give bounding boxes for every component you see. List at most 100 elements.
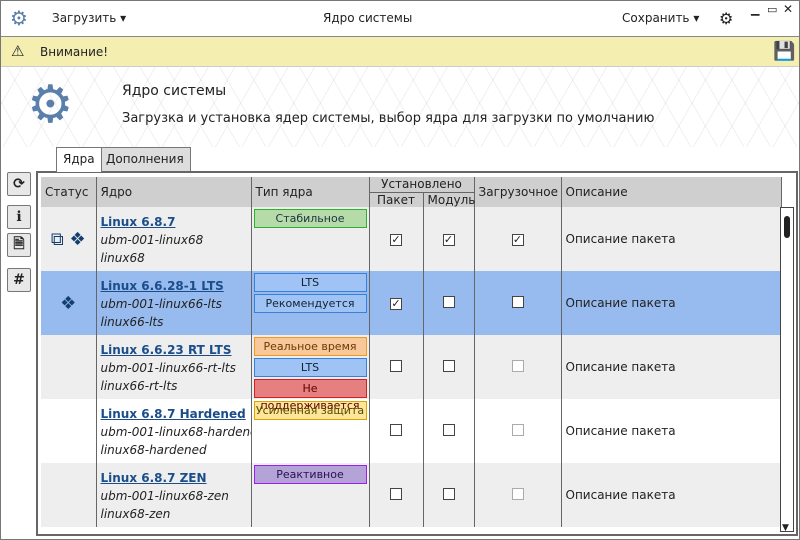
boot-checkbox[interactable] xyxy=(511,423,524,436)
kernel-cell: Linux 6.6.28-1 LTS ubm-001-linux66-lts lin… xyxy=(96,271,252,335)
header-gears-icon: ⚙ xyxy=(27,75,74,135)
package-box-icon: ❖ xyxy=(60,292,77,314)
table-row[interactable]: ⧉ ❖ Linux 6.8.7 ubm-001-linux68 linux68 Ст… xyxy=(41,207,782,271)
kernel-module: linux68-hardened xyxy=(100,443,207,457)
col-boot[interactable]: Загрузочное xyxy=(474,177,562,207)
type-cell: LTS Рекомендуется xyxy=(251,271,370,335)
kernel-name-link[interactable]: Linux 6.8.7 Hardened xyxy=(101,407,251,421)
window-title: Ядро системы xyxy=(323,11,413,25)
chevron-down-icon: ▾ xyxy=(693,11,700,25)
kernel-package: ubm-001-linux66-rt-lts xyxy=(100,361,236,375)
col-kernel[interactable]: Ядро xyxy=(96,177,252,207)
boot-checkbox[interactable] xyxy=(511,487,524,500)
module-cell xyxy=(423,399,475,463)
kernel-package: ubm-001-linux68-zen xyxy=(100,489,229,503)
scrollbar[interactable]: ▼ xyxy=(780,207,794,533)
pkg-checkbox[interactable]: ✓ xyxy=(390,298,402,310)
kernel-module: linux68 xyxy=(100,251,145,265)
pkg-checkbox[interactable] xyxy=(390,423,402,436)
document-icon: 🗎 xyxy=(13,236,25,252)
module-cell xyxy=(423,335,475,399)
kernels-table: Статус Ядро Тип ядра Установлено Загрузо… xyxy=(41,177,782,527)
kernel-package: ubm-001-linux66-lts xyxy=(100,297,222,311)
tab-kernels[interactable]: Ядра xyxy=(56,147,102,172)
boot-checkbox[interactable] xyxy=(511,359,524,372)
table-row[interactable]: Linux 6.6.23 RT LTS ubm-001-linux66-rt-lt… xyxy=(41,335,782,412)
kernel-module: linux66-rt-lts xyxy=(100,379,178,393)
boot-cell: ✓ xyxy=(474,207,562,271)
kernel-module: linux66-lts xyxy=(100,315,164,329)
mod-checkbox[interactable]: ✓ xyxy=(442,234,455,246)
module-cell: ✓ xyxy=(423,207,475,271)
mod-checkbox[interactable] xyxy=(442,359,455,372)
col-installed: Установлено xyxy=(369,177,475,193)
warning-icon: ⚠ xyxy=(11,42,25,60)
load-label: Загрузить xyxy=(52,11,117,25)
kernel-name-link[interactable]: Linux 6.8.7 xyxy=(101,215,251,229)
kernel-package: ubm-001-linux68 xyxy=(100,233,204,247)
package-cell: ✓ xyxy=(369,207,424,271)
kernel-name-link[interactable]: Linux 6.6.28-1 LTS xyxy=(101,279,251,293)
scroll-down-arrow[interactable]: ▼ xyxy=(782,523,789,533)
hash-icon: # xyxy=(13,272,25,288)
page-header: ⚙ Ядро системы Загрузка и установка ядер… xyxy=(1,67,799,147)
mod-checkbox[interactable] xyxy=(442,487,455,500)
warning-text: Внимание! xyxy=(40,45,109,59)
kernel-cell: Linux 6.8.7 ubm-001-linux68 linux68 xyxy=(96,207,252,271)
kernel-name-link[interactable]: Linux 6.6.23 RT LTS xyxy=(101,343,251,357)
settings-gear-icon[interactable]: ⚙ xyxy=(719,9,733,28)
status-cell xyxy=(41,399,97,463)
col-description[interactable]: Описание xyxy=(561,177,782,207)
boot-cell xyxy=(474,271,562,335)
modules-icon: ⧉ xyxy=(50,228,64,250)
col-module[interactable]: Модуль xyxy=(423,192,475,207)
title-bar: ⚙ Загрузить ▾ Ядро системы Сохранить ▾ ⚙… xyxy=(1,1,799,37)
type-cell: Усиленная защита xyxy=(251,399,370,463)
type-cell: Реальное время LTS Не поддерживается xyxy=(251,335,370,412)
mod-checkbox[interactable] xyxy=(442,295,455,308)
kernel-name-link[interactable]: Linux 6.8.7 ZEN xyxy=(101,471,251,485)
description-cell: Описание пакета xyxy=(561,399,782,463)
package-cell: ✓ xyxy=(369,271,424,335)
module-cell xyxy=(423,271,475,335)
boot-checkbox[interactable]: ✓ xyxy=(511,234,524,246)
log-button[interactable]: 🗎 xyxy=(7,233,31,257)
minimize-button[interactable]: ▁ xyxy=(751,3,759,16)
kernel-module: linux68-zen xyxy=(100,507,171,521)
save-menu-button[interactable]: Сохранить ▾ xyxy=(622,11,699,25)
boot-cell xyxy=(474,335,562,399)
table-row[interactable]: ❖ Linux 6.6.28-1 LTS ubm-001-linux66-lts l… xyxy=(41,271,782,335)
col-status[interactable]: Статус xyxy=(41,177,97,207)
status-cell: ❖ xyxy=(41,271,97,335)
kernel-type-badge: Усиленная защита xyxy=(253,401,367,420)
boot-checkbox[interactable] xyxy=(511,295,524,308)
description-cell: Описание пакета xyxy=(561,271,782,335)
package-cell xyxy=(369,463,424,527)
package-cell xyxy=(369,335,424,399)
warning-bar: ⚠ Внимание! 💾 xyxy=(1,37,799,67)
close-button[interactable]: ✕ xyxy=(783,2,793,16)
page-subtitle: Загрузка и установка ядер системы, выбор… xyxy=(122,111,655,126)
module-cell xyxy=(423,463,475,527)
table-row[interactable]: Linux 6.8.7 Hardened ubm-001-linux68-hard… xyxy=(41,399,782,463)
tab-addons[interactable]: Дополнения xyxy=(99,147,191,171)
info-button[interactable]: ℹ xyxy=(7,205,31,229)
refresh-button[interactable]: ⟳ xyxy=(7,172,31,196)
boot-cell xyxy=(474,399,562,463)
type-cell: Реактивное xyxy=(251,463,370,527)
kernel-type-badge: Стабильное xyxy=(253,209,367,228)
maximize-button[interactable]: ▭ xyxy=(767,3,777,16)
pkg-checkbox[interactable]: ✓ xyxy=(390,234,402,246)
pkg-checkbox[interactable] xyxy=(390,359,402,372)
save-disk-icon[interactable]: 💾 xyxy=(773,41,795,62)
hash-button[interactable]: # xyxy=(7,268,31,292)
load-menu-button[interactable]: Загрузить ▾ xyxy=(52,11,126,25)
page-title: Ядро системы xyxy=(122,83,227,99)
mod-checkbox[interactable] xyxy=(442,423,455,436)
table-row[interactable]: Linux 6.8.7 ZEN ubm-001-linux68-zen linux6… xyxy=(41,463,782,527)
pkg-checkbox[interactable] xyxy=(390,487,402,500)
col-type[interactable]: Тип ядра xyxy=(251,177,370,207)
scrollbar-thumb[interactable] xyxy=(784,216,790,238)
col-package[interactable]: Пакет xyxy=(369,192,424,207)
kernel-type-badge: Рекомендуется xyxy=(253,294,367,313)
